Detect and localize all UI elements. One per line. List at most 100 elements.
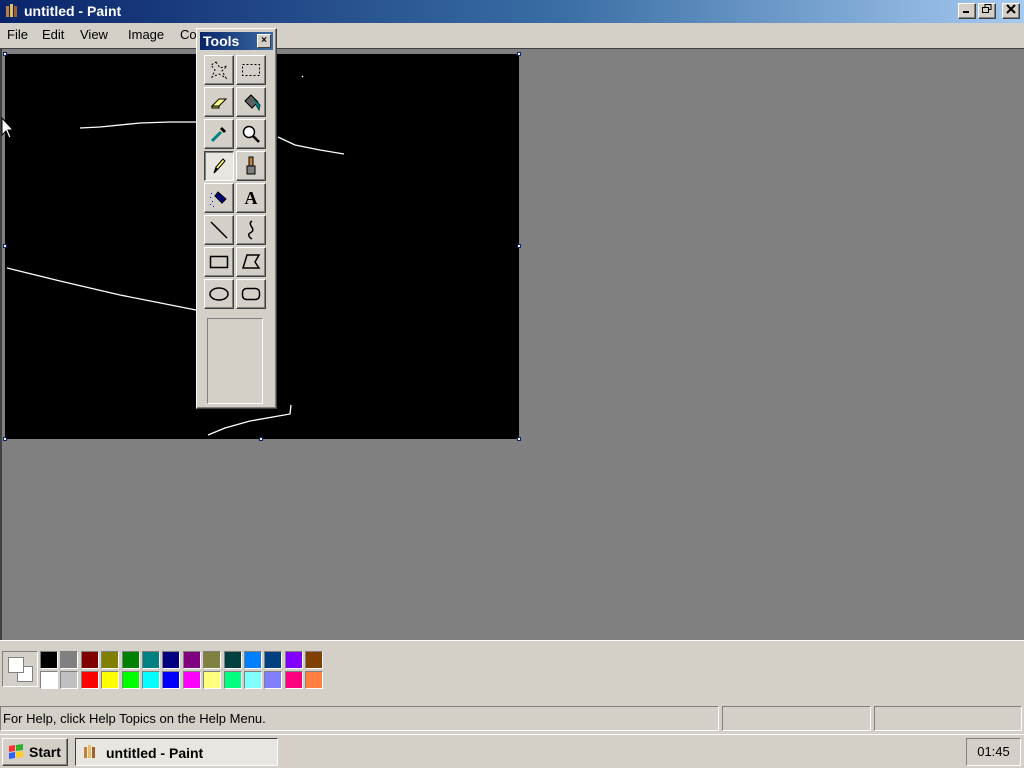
- color-swatch[interactable]: [60, 651, 79, 669]
- tool-options-box[interactable]: [207, 318, 263, 404]
- color-swatch[interactable]: [101, 651, 120, 669]
- color-swatch[interactable]: [40, 651, 58, 669]
- resize-handle-top-left: [3, 52, 7, 56]
- clock: 01:45: [966, 738, 1021, 766]
- color-swatch[interactable]: [40, 671, 58, 689]
- close-icon: ×: [261, 35, 267, 46]
- menu-file[interactable]: File: [7, 27, 28, 42]
- rectangle-icon: [209, 255, 229, 269]
- color-swatch[interactable]: [142, 671, 160, 689]
- color-swatch[interactable]: [244, 671, 262, 689]
- tool-rectangle[interactable]: [204, 247, 234, 277]
- color-swatch[interactable]: [284, 651, 303, 669]
- text-icon: A: [244, 187, 258, 208]
- menu-colors[interactable]: Co: [180, 27, 197, 42]
- airbrush-icon: [210, 191, 227, 207]
- menu-edit[interactable]: Edit: [42, 27, 64, 42]
- rounded-rectangle-icon: [241, 287, 261, 301]
- tool-pencil[interactable]: [204, 151, 234, 181]
- restore-button[interactable]: [978, 3, 996, 19]
- color-swatch[interactable]: [101, 671, 120, 689]
- color-swatch[interactable]: [264, 651, 283, 669]
- color-swatch[interactable]: [203, 671, 222, 689]
- color-swatch[interactable]: [60, 671, 79, 689]
- tool-magnifier[interactable]: [236, 119, 266, 149]
- resize-handle-bottom-left: [3, 437, 7, 441]
- taskbar-item-label: untitled - Paint: [106, 745, 204, 761]
- tool-fill[interactable]: [236, 87, 266, 117]
- title-bar[interactable]: untitled - Paint: [0, 0, 1024, 23]
- start-label: Start: [29, 744, 61, 760]
- rect-select-icon: [242, 64, 260, 76]
- windows-logo-icon: [9, 744, 23, 759]
- color-swatch[interactable]: [80, 651, 99, 669]
- paint-app-icon: [6, 4, 17, 17]
- tool-rounded-rectangle[interactable]: [236, 279, 266, 309]
- polygon-icon: [241, 254, 261, 269]
- magnifier-icon: [242, 125, 260, 143]
- tools-palette[interactable]: Tools × A: [196, 28, 277, 409]
- close-button[interactable]: [1002, 3, 1020, 19]
- paint-app-icon: [84, 745, 95, 758]
- menu-view[interactable]: View: [80, 27, 108, 42]
- tool-airbrush[interactable]: [204, 183, 234, 213]
- status-bar: For Help, click Help Topics on the Help …: [0, 702, 1024, 734]
- color-swatch[interactable]: [162, 651, 181, 669]
- color-swatch[interactable]: [121, 671, 140, 689]
- tool-ellipse[interactable]: [204, 279, 234, 309]
- tool-line[interactable]: [204, 215, 234, 245]
- restore-icon: [982, 4, 992, 13]
- tools-close-button[interactable]: ×: [257, 34, 271, 48]
- resize-handle-bottom-right[interactable]: [517, 437, 521, 441]
- close-icon: [1006, 4, 1016, 14]
- paint-bucket-icon: [244, 94, 261, 112]
- window-title: untitled - Paint: [24, 3, 122, 19]
- color-swatch[interactable]: [203, 651, 222, 669]
- status-coords: [722, 706, 871, 731]
- tool-eraser[interactable]: [204, 87, 234, 117]
- color-swatch[interactable]: [121, 651, 140, 669]
- brush-icon: [246, 156, 256, 175]
- tools-title: Tools: [203, 33, 240, 49]
- tool-text[interactable]: A: [236, 183, 266, 213]
- curve-icon: [248, 220, 254, 240]
- color-swatch[interactable]: [182, 651, 201, 669]
- pencil-icon: [213, 158, 226, 174]
- resize-handle-top-right: [517, 52, 521, 56]
- line-icon: [210, 221, 228, 239]
- eraser-icon: [210, 98, 228, 109]
- minimize-button[interactable]: [958, 3, 976, 19]
- taskbar-item-paint[interactable]: untitled - Paint: [75, 738, 278, 766]
- color-swatch[interactable]: [223, 651, 242, 669]
- color-swatch[interactable]: [162, 671, 181, 689]
- free-form-select-icon: [210, 61, 229, 80]
- tool-select[interactable]: [236, 55, 266, 85]
- minimize-icon: [963, 11, 969, 13]
- color-swatch[interactable]: [305, 651, 324, 669]
- resize-handle-right[interactable]: [517, 244, 521, 248]
- tool-curve[interactable]: [236, 215, 266, 245]
- color-swatch[interactable]: [284, 671, 303, 689]
- status-size: [874, 706, 1022, 731]
- color-swatch[interactable]: [223, 671, 242, 689]
- color-swatch[interactable]: [305, 671, 324, 689]
- eyedropper-icon: [210, 127, 226, 143]
- tool-pick-color[interactable]: [204, 119, 234, 149]
- tool-brush[interactable]: [236, 151, 266, 181]
- tools-title-bar[interactable]: Tools ×: [200, 32, 273, 50]
- tool-free-form-select[interactable]: [204, 55, 234, 85]
- menu-image[interactable]: Image: [128, 27, 164, 42]
- color-swatch[interactable]: [244, 651, 262, 669]
- current-colors[interactable]: [2, 651, 38, 687]
- color-swatch[interactable]: [264, 671, 283, 689]
- color-swatch[interactable]: [182, 671, 201, 689]
- color-palette: [0, 640, 1024, 702]
- foreground-color[interactable]: [8, 657, 24, 673]
- start-button[interactable]: Start: [2, 738, 68, 766]
- tool-polygon[interactable]: [236, 247, 266, 277]
- color-swatch[interactable]: [142, 651, 160, 669]
- resize-handle-left: [3, 244, 7, 248]
- resize-handle-bottom[interactable]: [259, 437, 263, 441]
- color-swatch[interactable]: [80, 671, 99, 689]
- mouse-cursor-icon: [1, 117, 15, 139]
